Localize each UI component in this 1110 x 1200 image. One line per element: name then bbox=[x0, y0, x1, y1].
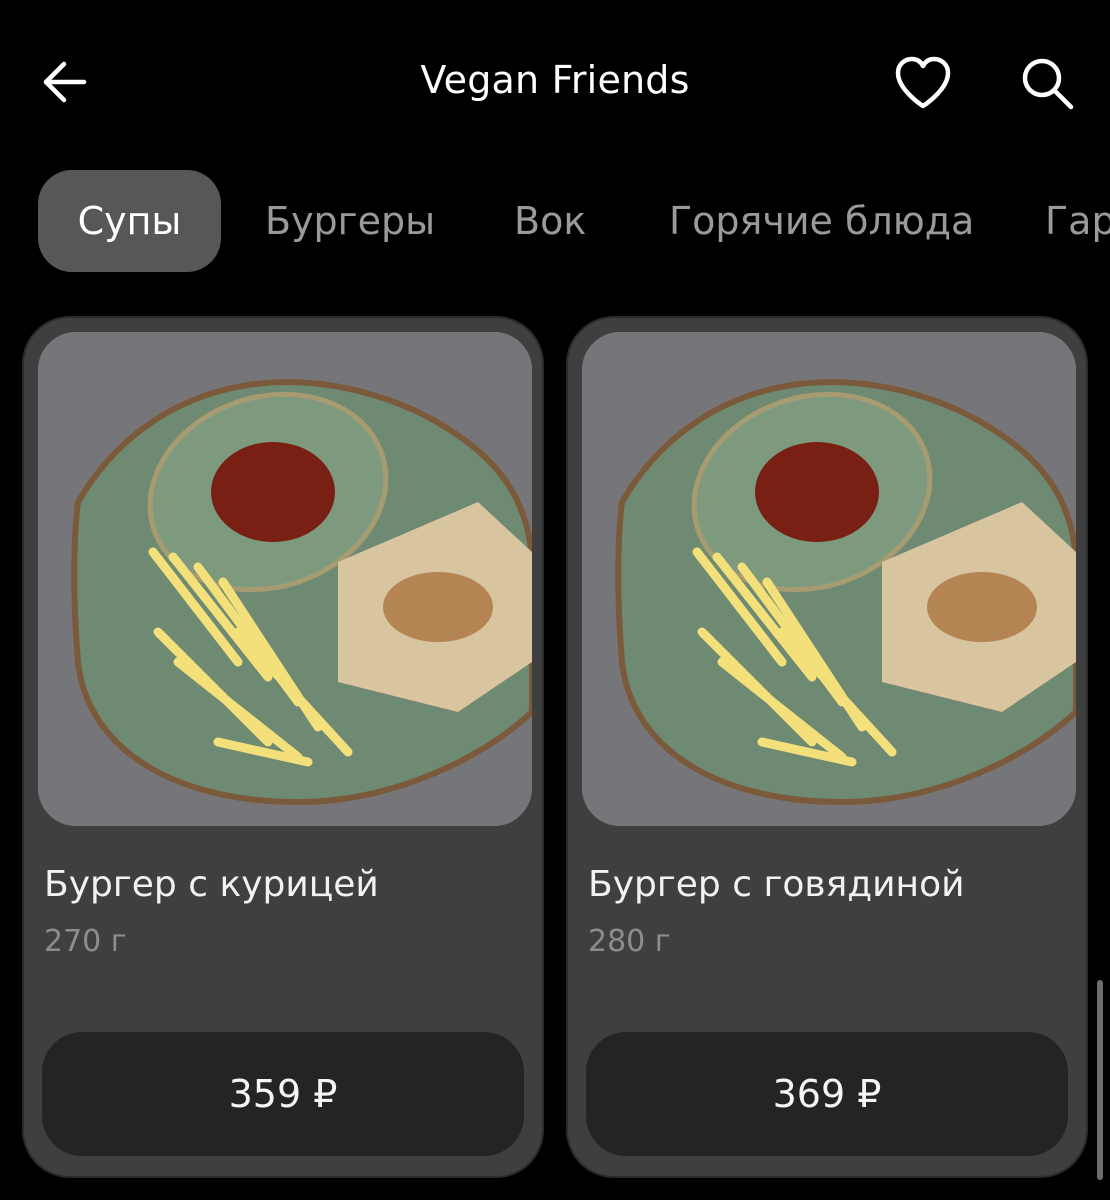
tab-wok[interactable]: Вок bbox=[514, 170, 586, 272]
search-button[interactable] bbox=[1014, 52, 1080, 114]
product-weight: 270 г bbox=[44, 924, 127, 959]
scrollbar[interactable] bbox=[1097, 980, 1103, 1180]
product-photo bbox=[582, 332, 1076, 826]
product-weight: 280 г bbox=[588, 924, 671, 959]
tab-garnish[interactable]: Гар bbox=[1045, 170, 1110, 272]
add-to-cart-button[interactable]: 359 ₽ bbox=[42, 1032, 524, 1156]
tab-soups[interactable]: Супы bbox=[38, 170, 221, 272]
add-to-cart-button[interactable]: 369 ₽ bbox=[586, 1032, 1068, 1156]
tab-hot-dishes[interactable]: Горячие блюда bbox=[669, 170, 974, 272]
product-photo bbox=[38, 332, 532, 826]
favorite-button[interactable] bbox=[890, 52, 956, 114]
product-card[interactable]: Бургер с говядиной 280 г 369 ₽ bbox=[566, 316, 1088, 1178]
top-bar: Vegan Friends bbox=[0, 0, 1110, 160]
search-icon bbox=[1022, 58, 1074, 110]
heart-icon bbox=[895, 56, 951, 109]
tab-burgers[interactable]: Бургеры bbox=[265, 170, 435, 272]
product-name: Бургер с говядиной bbox=[588, 864, 965, 905]
product-name: Бургер с курицей bbox=[44, 864, 379, 905]
product-card[interactable]: Бургер с курицей 270 г 359 ₽ bbox=[22, 316, 544, 1178]
category-tabs: Супы Бургеры Вок Горячие блюда Гар bbox=[0, 168, 1110, 274]
